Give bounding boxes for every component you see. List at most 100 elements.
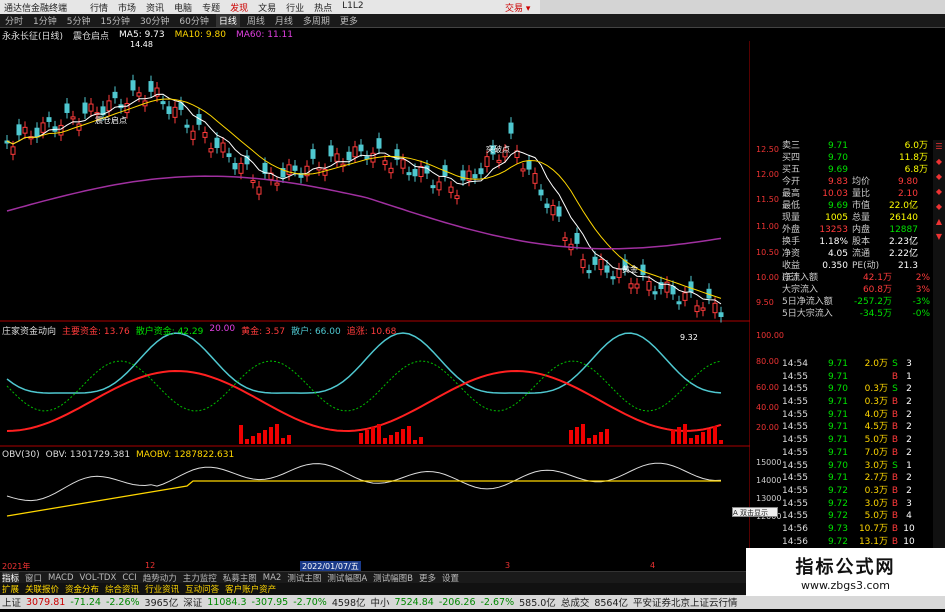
fund-tick: 40.00	[756, 403, 779, 412]
flow-value: 42.1万	[862, 273, 892, 283]
candle-body	[682, 292, 688, 301]
menu-item-6[interactable]: 文易	[258, 1, 276, 14]
sub-tab-4[interactable]: 行业资讯	[145, 583, 179, 595]
menu-item-9[interactable]: L1L2	[342, 1, 363, 14]
period-tab-1[interactable]: 1分钟	[30, 14, 60, 27]
sub-tab-5[interactable]: 互动问答	[185, 583, 219, 595]
stat-value: 1005	[825, 213, 848, 223]
period-tab-4[interactable]: 30分钟	[137, 14, 172, 27]
fund-bar	[239, 425, 243, 444]
strip-icon-2[interactable]: ◆	[936, 157, 942, 166]
flow-row: 大宗流入 60.8万 3%	[782, 284, 932, 296]
sub-tab-2[interactable]: 资金分布	[65, 583, 99, 595]
stat-value-2: 2.10	[897, 189, 918, 199]
strip-icon-6[interactable]: ▲	[936, 217, 942, 226]
zx-value: 7524.84	[394, 596, 434, 608]
candle-body	[10, 146, 16, 155]
sz-name: 深证	[183, 598, 203, 609]
trade-time: 14:56	[782, 523, 808, 534]
menu-item-8[interactable]: 热点	[314, 1, 332, 14]
stat-value-2: 26140	[889, 213, 918, 223]
sub-tab-6[interactable]: 客户账户资产	[225, 583, 276, 595]
indicator-tab-11[interactable]: 测试幅图B	[373, 572, 413, 584]
indicator-tab-12[interactable]: 更多	[419, 572, 436, 584]
stat-label-2: 均价	[852, 177, 871, 187]
maobv-line	[6, 480, 721, 517]
indicator-tab-7[interactable]: 私募主图	[223, 572, 257, 584]
candle-body	[250, 179, 256, 183]
strip-icon-4[interactable]: ◆	[936, 187, 942, 196]
candle-body	[130, 80, 136, 91]
candle-body	[412, 168, 418, 177]
trade-row: 14:55 9.71 7.0万 B 2	[782, 447, 932, 460]
period-tab-6[interactable]: 日线	[215, 14, 240, 27]
candle-body	[82, 102, 88, 114]
hint-popup[interactable]: A 双击显示	[732, 507, 778, 517]
stat-value: 10.03	[822, 189, 848, 199]
sz-pct: -2.70%	[293, 596, 327, 608]
menu-item-4[interactable]: 专题	[202, 1, 220, 14]
period-tab-8[interactable]: 月线	[272, 14, 296, 27]
indicator-tab-10[interactable]: 测试幅图A	[327, 572, 367, 584]
period-tab-0[interactable]: 分时	[2, 14, 26, 27]
sub-tab-1[interactable]: 关联报价	[25, 583, 59, 595]
strip-icon-5[interactable]: ◆	[936, 202, 942, 211]
menu-item-3[interactable]: 电脑	[174, 1, 192, 14]
trade-direction: B	[891, 485, 899, 496]
menu-item-5[interactable]: 发现	[230, 1, 248, 14]
period-tab-5[interactable]: 60分钟	[176, 14, 211, 27]
candle-body	[232, 162, 238, 170]
ma5-value: MA5: 9.73	[119, 30, 165, 40]
strip-icon-3[interactable]: ◆	[936, 172, 942, 181]
status-bar: 上证 3079.81 -71.24 -2.26% 3965亿 深证 11084.…	[0, 595, 945, 609]
sub-tab-0[interactable]: 扩展	[2, 583, 19, 595]
candle-body	[670, 285, 676, 295]
indicator-tab-0[interactable]: 指标	[2, 571, 20, 584]
quote-panel: 卖三 9.71 6.0万 买四 9.70 11.8万 买五 9.69 6.8万 今开 9.83 均价 9…	[782, 140, 932, 320]
price-tick: 12.00	[756, 170, 779, 179]
period-tab-3[interactable]: 15分钟	[97, 14, 132, 27]
strip-icon-7[interactable]: ▼	[936, 232, 942, 241]
menu-item-2[interactable]: 资讯	[146, 1, 164, 14]
indicator-tab-6[interactable]: 主力监控	[183, 572, 217, 584]
period-tab-10[interactable]: 更多	[337, 14, 361, 27]
candle-body	[562, 237, 568, 242]
candle-body	[640, 264, 646, 276]
low-label: 9.32	[680, 333, 698, 342]
stat-label: 最低	[782, 201, 801, 211]
candle-body	[712, 302, 718, 314]
indicator-tab-8[interactable]: MA2	[263, 573, 282, 583]
indicator-tab-3[interactable]: VOL-TDX	[80, 573, 117, 583]
period-tab-2[interactable]: 5分钟	[64, 14, 94, 27]
fund-bar	[407, 426, 411, 444]
trade-count: 10	[903, 523, 915, 534]
indicator-tab-1[interactable]: 窗口	[25, 572, 42, 584]
stat-label: 最高	[782, 189, 801, 199]
date-label-2: 12	[145, 561, 156, 570]
trade-row: 14:55 9.72 0.3万 B 2	[782, 485, 932, 498]
candle-body	[214, 137, 220, 149]
menu-item-1[interactable]: 市场	[118, 1, 136, 14]
menu-item-0[interactable]: 行情	[90, 1, 108, 14]
menu-item-7[interactable]: 行业	[286, 1, 304, 14]
trade-row: 14:55 9.71 B 1	[782, 371, 932, 384]
period-tab-7[interactable]: 周线	[244, 14, 268, 27]
indicator-tab-5[interactable]: 趋势动力	[143, 572, 177, 584]
trade-row: 14:55 9.71 0.3万 B 2	[782, 396, 932, 409]
indicator-tab-2[interactable]: MACD	[48, 573, 73, 583]
strip-icon-1[interactable]: ☰	[935, 142, 942, 151]
obv-title: OBV(30)	[2, 450, 40, 460]
trade-time: 14:55	[782, 384, 808, 395]
signal-label-c: 黄金	[622, 265, 638, 274]
trade-menu[interactable]: 交易 ▾	[505, 1, 530, 14]
sub-tab-3[interactable]: 综合资讯	[105, 583, 139, 595]
trade-price: 9.71	[827, 473, 848, 484]
fund-bar	[287, 435, 291, 444]
indicator-tab-4[interactable]: CCI	[122, 573, 136, 583]
candle-body	[64, 103, 70, 113]
period-tab-9[interactable]: 多周期	[300, 14, 333, 27]
indicator-tab-9[interactable]: 测试主图	[287, 572, 321, 584]
flow-value: -257.2万	[853, 297, 892, 307]
indicator-tab-13[interactable]: 设置	[442, 572, 459, 584]
flow-row: 净流入额 42.1万 2%	[782, 272, 932, 284]
